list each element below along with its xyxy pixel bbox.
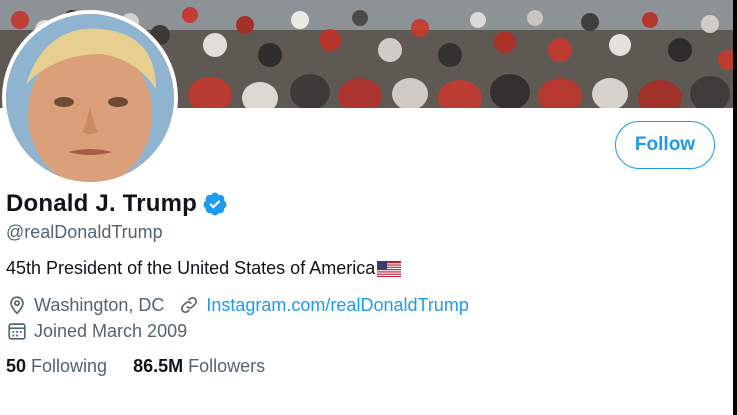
profile-stats: 50 Following 86.5M Followers xyxy=(6,356,265,377)
profile-bio: 45th President of the United States of A… xyxy=(6,258,402,279)
profile-website-link[interactable]: Instagram.com/realDonaldTrump xyxy=(206,295,468,316)
profile-location: Washington, DC xyxy=(34,294,165,315)
link-icon xyxy=(178,294,200,316)
follow-button[interactable]: Follow xyxy=(615,121,715,169)
verified-badge-icon[interactable] xyxy=(202,191,228,217)
followers-stat[interactable]: 86.5M Followers xyxy=(133,356,265,377)
profile-joined-date: Joined March 2009 xyxy=(34,320,188,341)
display-name: Donald J. Trump xyxy=(6,190,198,217)
frame-edge xyxy=(733,0,737,415)
following-count: 50 xyxy=(6,356,27,376)
calendar-icon xyxy=(6,320,28,342)
profile-avatar[interactable] xyxy=(2,10,178,186)
name-row: Donald J. Trump xyxy=(6,190,228,218)
us-flag-icon xyxy=(377,260,402,277)
following-label: Following xyxy=(31,356,108,376)
profile-handle: @realDonaldTrump xyxy=(6,222,163,242)
followers-count: 86.5M xyxy=(133,356,184,376)
followers-label: Followers xyxy=(188,356,266,376)
following-stat[interactable]: 50 Following xyxy=(6,356,107,377)
avatar-photo xyxy=(6,14,174,182)
location-pin-icon xyxy=(6,294,28,316)
profile-meta-joined-row: Joined March 2009 xyxy=(6,320,187,342)
face-illustration xyxy=(6,14,174,182)
bio-text: 45th President of the United States of A… xyxy=(6,258,376,278)
profile-meta-location-row: Washington, DC Instagram.com/realDonaldT… xyxy=(6,294,469,316)
